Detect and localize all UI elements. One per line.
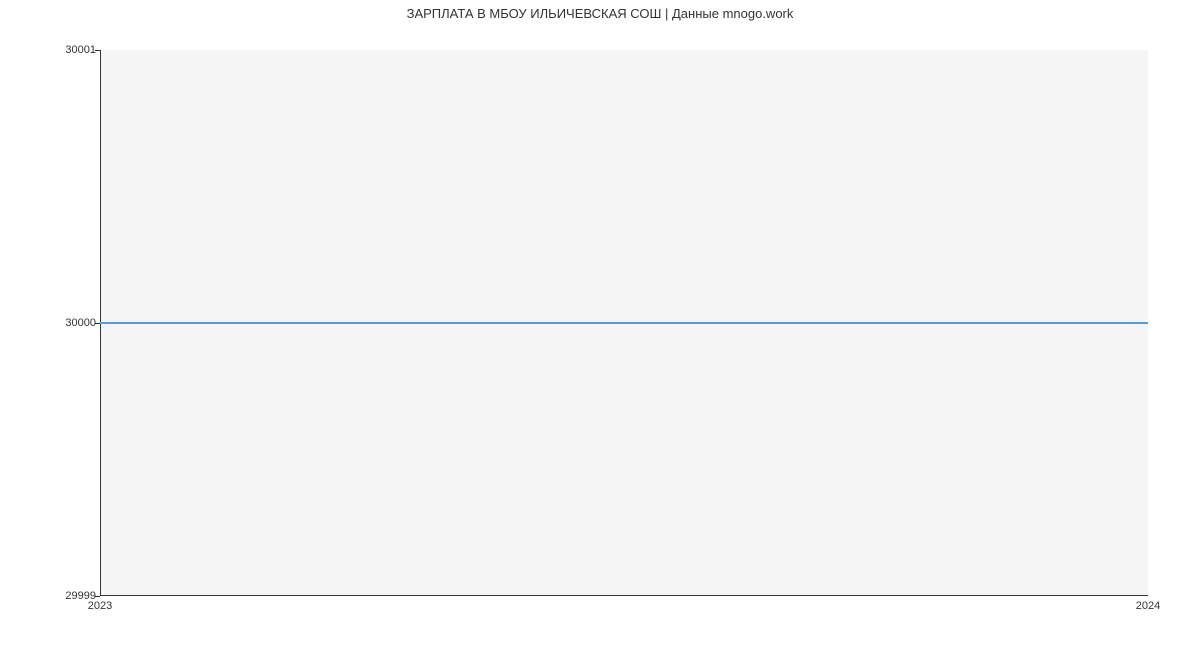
y-tick-mark (95, 596, 100, 597)
x-tick-label: 2024 (1136, 600, 1160, 612)
data-line (100, 322, 1148, 324)
y-tick-label: 30000 (65, 317, 96, 329)
y-tick-label: 30001 (65, 44, 96, 56)
x-tick-label: 2023 (88, 600, 112, 612)
y-tick-mark (95, 50, 100, 51)
chart-title: ЗАРПЛАТА В МБОУ ИЛЬИЧЕВСКАЯ СОШ | Данные… (0, 6, 1200, 21)
